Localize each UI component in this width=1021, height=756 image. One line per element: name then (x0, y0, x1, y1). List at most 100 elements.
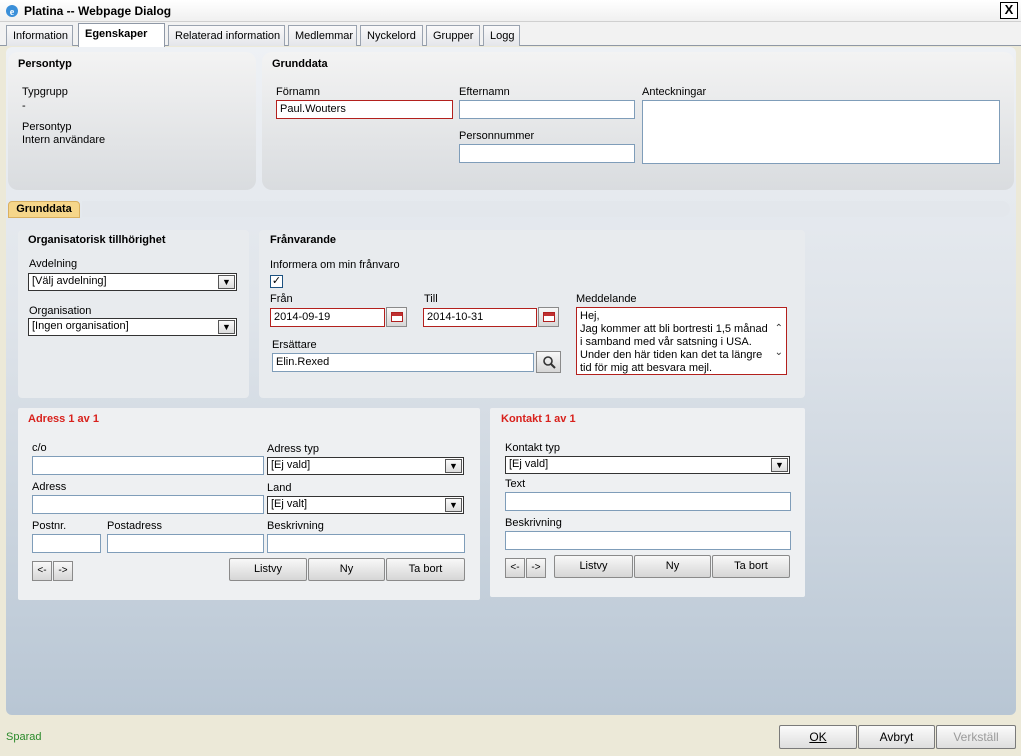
organisation-value: [Ingen organisation] (32, 320, 129, 332)
till-calendar-button[interactable] (538, 307, 559, 327)
svg-text:e: e (10, 7, 15, 18)
adress-input[interactable] (32, 495, 264, 514)
window-title: Platina -- Webpage Dialog (24, 4, 172, 18)
adresstyp-value: [Ej vald] (271, 459, 311, 471)
avdelning-value: [Välj avdelning] (32, 275, 107, 287)
adress-ta-bort-button[interactable]: Ta bort (386, 558, 465, 581)
browser-icon: e (6, 5, 18, 18)
persontyp-label: Persontyp (22, 121, 72, 133)
avdelning-label: Avdelning (29, 258, 78, 270)
ok-button[interactable]: OK (779, 725, 857, 749)
postnr-label: Postnr. (32, 520, 67, 532)
kontakt-listvy-button[interactable]: Listvy (554, 555, 633, 578)
meddelande-line: Under den här tiden kan det ta längre (580, 349, 763, 361)
typgrupp-value: - (22, 100, 26, 112)
kontakt-beskrivning-input[interactable] (505, 531, 791, 550)
informera-label: Informera om min frånvaro (270, 259, 400, 271)
tab-nyckelord[interactable]: Nyckelord (360, 25, 423, 46)
adress-prev-button[interactable]: <- (32, 561, 52, 581)
meddelande-line: tid för mig att besvara mejl. (580, 362, 713, 374)
meddelande-label: Meddelande (576, 293, 637, 305)
tab-medlemmar[interactable]: Medlemmar (288, 25, 357, 46)
franvarande-heading: Frånvarande (270, 234, 337, 246)
meddelande-line: Jag kommer att bli bortresti 1,5 månad (580, 323, 768, 335)
verkstall-button[interactable]: Verkställ (936, 725, 1016, 749)
section-tab-grunddata[interactable]: Grunddata (8, 201, 80, 218)
adress-heading: Adress 1 av 1 (28, 413, 99, 425)
kontakt-ny-button[interactable]: Ny (634, 555, 711, 578)
kontakt-text-input[interactable] (505, 492, 791, 511)
persontyp-heading: Persontyp (18, 58, 72, 70)
grunddata-heading: Grunddata (272, 58, 328, 70)
fornamn-label: Förnamn (276, 86, 321, 98)
status-text: Sparad (6, 731, 42, 743)
adress-label: Adress (32, 481, 67, 493)
adress-listvy-button[interactable]: Listvy (229, 558, 307, 581)
avbryt-button[interactable]: Avbryt (858, 725, 935, 749)
kontakt-heading: Kontakt 1 av 1 (501, 413, 576, 425)
beskrivning-label: Beskrivning (267, 520, 324, 532)
meddelande-line: i samband med vår satsning i USA. (580, 336, 752, 348)
land-label: Land (267, 482, 292, 494)
fran-label: Från (270, 293, 293, 305)
adresstyp-label: Adress typ (267, 443, 319, 455)
scroll-down-icon[interactable]: ⌄ (775, 346, 783, 359)
meddelande-line: Hej, (580, 310, 600, 322)
organisation-select[interactable]: [Ingen organisation] ▼ (28, 318, 237, 336)
tab-relaterad-information[interactable]: Relaterad information (168, 25, 285, 46)
kontakttyp-select[interactable]: [Ej vald] ▼ (505, 456, 790, 474)
chevron-down-icon: ▼ (445, 459, 462, 473)
land-select[interactable]: [Ej valt] ▼ (267, 496, 464, 514)
adress-ny-button[interactable]: Ny (308, 558, 385, 581)
kontakt-prev-button[interactable]: <- (505, 558, 525, 578)
avdelning-select[interactable]: [Välj avdelning] ▼ (28, 273, 237, 291)
search-icon (543, 356, 556, 369)
kontakt-next-button[interactable]: -> (526, 558, 546, 578)
tab-egenskaper[interactable]: Egenskaper (78, 23, 165, 47)
postadress-input[interactable] (107, 534, 264, 553)
beskrivning-input[interactable] (267, 534, 465, 553)
kontakt-text-label: Text (505, 478, 526, 490)
adresstyp-select[interactable]: [Ej vald] ▼ (267, 457, 464, 475)
anteckningar-textarea[interactable] (642, 100, 1000, 164)
kontakt-ta-bort-button[interactable]: Ta bort (712, 555, 790, 578)
postnr-input[interactable] (32, 534, 101, 553)
tab-information[interactable]: Information (6, 25, 73, 46)
tab-bar: Information Egenskaper Relaterad informa… (0, 22, 1021, 47)
close-button[interactable]: X (1000, 2, 1018, 19)
fran-date-input[interactable]: 2014-09-19 (270, 308, 385, 327)
calendar-icon (543, 312, 555, 322)
chevron-down-icon: ▼ (771, 458, 788, 472)
fran-calendar-button[interactable] (386, 307, 407, 327)
kontakt-beskrivning-label: Beskrivning (505, 517, 562, 529)
chevron-down-icon: ▼ (445, 498, 462, 512)
tab-logg[interactable]: Logg (483, 25, 520, 46)
ersattare-search-button[interactable] (536, 351, 561, 373)
fornamn-input[interactable]: Paul.Wouters (276, 100, 453, 119)
organisation-label: Organisation (29, 305, 92, 317)
personnummer-input[interactable] (459, 144, 635, 163)
postadress-label: Postadress (107, 520, 163, 532)
personnummer-label: Personnummer (459, 130, 535, 142)
org-heading: Organisatorisk tillhörighet (28, 234, 166, 246)
ersattare-input[interactable]: Elin.Rexed (272, 353, 534, 372)
scroll-up-icon[interactable]: ⌃ (775, 322, 783, 335)
informera-checkbox[interactable]: ✓ (270, 275, 283, 288)
tab-grupper[interactable]: Grupper (426, 25, 480, 46)
kontakttyp-value: [Ej vald] (509, 458, 549, 470)
co-label: c/o (32, 442, 47, 454)
anteckningar-label: Anteckningar (642, 86, 707, 98)
kontakttyp-label: Kontakt typ (505, 442, 561, 454)
meddelande-textarea[interactable]: Hej, Jag kommer att bli bortresti 1,5 må… (576, 307, 787, 375)
land-value: [Ej valt] (271, 498, 308, 510)
chevron-down-icon: ▼ (218, 275, 235, 289)
typgrupp-label: Typgrupp (22, 86, 68, 98)
till-date-input[interactable]: 2014-10-31 (423, 308, 537, 327)
efternamn-label: Efternamn (459, 86, 510, 98)
efternamn-input[interactable] (459, 100, 635, 119)
adress-next-button[interactable]: -> (53, 561, 73, 581)
co-input[interactable] (32, 456, 264, 475)
calendar-icon (391, 312, 403, 322)
chevron-down-icon: ▼ (218, 320, 235, 334)
ersattare-label: Ersättare (272, 339, 317, 351)
